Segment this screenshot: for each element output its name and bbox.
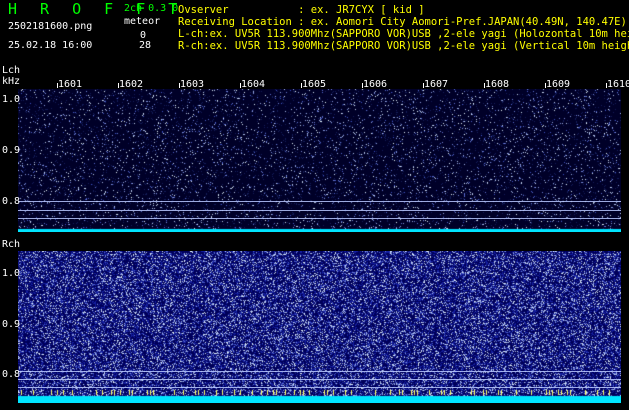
rch-line: R-ch:ex. UV5R 113.900Mhz(SAPPORO VOR)USB… bbox=[178, 40, 629, 52]
rch-marker-line-2 bbox=[18, 379, 621, 380]
lch-marker-line-2 bbox=[18, 210, 621, 211]
datetime: 25.02.18 16:00 bbox=[8, 40, 93, 51]
time-tick-mark bbox=[57, 83, 58, 88]
filename: 2502181600.png bbox=[8, 21, 93, 32]
lch-label: Lch bbox=[2, 65, 21, 76]
lch-ytick-3: 0.8 bbox=[2, 196, 21, 207]
rch-ytick-2: 0.9 bbox=[2, 319, 21, 330]
lch-marker-line-1 bbox=[18, 201, 621, 202]
rch-marker-line-3 bbox=[18, 387, 621, 388]
lch-ytick-2: 0.9 bbox=[2, 145, 21, 156]
lch-line: L-ch:ex. UV5R 113.900Mhz(SAPPORO VOR)USB… bbox=[178, 28, 629, 40]
time-tick-mark bbox=[606, 83, 607, 88]
time-tick-mark bbox=[301, 83, 302, 88]
rch-spectrogram bbox=[18, 251, 621, 403]
rch-ytick-3: 0.8 bbox=[2, 369, 21, 380]
time-tick-mark bbox=[423, 83, 424, 88]
observer-line: Ovserver : ex. JR7CYX [ kid ] bbox=[178, 4, 425, 16]
time-tick-mark bbox=[118, 83, 119, 88]
rch-spectrogram-canvas bbox=[18, 251, 621, 403]
time-tick-mark bbox=[240, 83, 241, 88]
time-tick-mark bbox=[362, 83, 363, 88]
meteor-count-r: 28 bbox=[139, 40, 152, 51]
lch-marker-line-3 bbox=[18, 218, 621, 219]
time-tick-mark bbox=[484, 83, 485, 88]
khz-label: kHz bbox=[2, 76, 21, 87]
channel-info: 2ch 0.3 0 bbox=[124, 3, 179, 14]
time-tick-mark bbox=[179, 83, 180, 88]
rch-marker-line-1 bbox=[18, 371, 621, 372]
location-line: Receiving Location : ex. Aomori City Aom… bbox=[178, 16, 627, 28]
meteor-label: meteor bbox=[124, 16, 161, 27]
rch-ytick-1: 1.0 bbox=[2, 268, 21, 279]
lch-ytick-1: 1.0 bbox=[2, 94, 21, 105]
rch-label: Rch bbox=[2, 239, 21, 250]
lch-spectrogram bbox=[18, 89, 621, 232]
time-tick-mark bbox=[545, 83, 546, 88]
